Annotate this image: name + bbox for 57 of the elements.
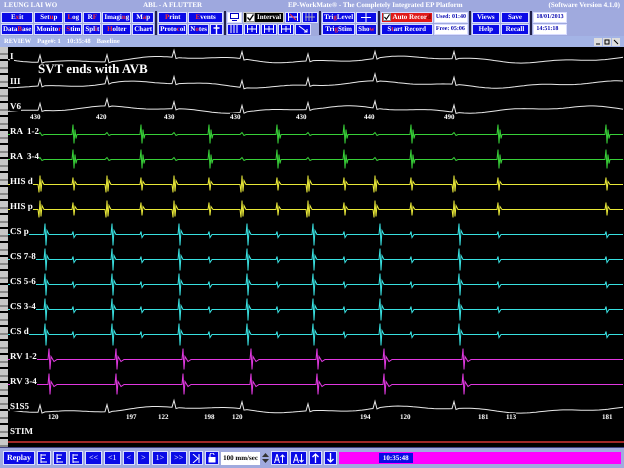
- tool-button[interactable]: [295, 24, 312, 34]
- checkbox[interactable]: [382, 12, 391, 21]
- replay-button[interactable]: Replay: [3, 451, 35, 465]
- navigation-button[interactable]: >: [137, 451, 150, 465]
- channel-label: HIS p: [10, 201, 33, 211]
- skip-end-icon: [192, 454, 200, 462]
- bracket-arrow-icon: [288, 13, 298, 21]
- channel-label: RV 3-4: [10, 376, 37, 386]
- channel-label: HIS d: [10, 176, 33, 186]
- amplitude-down-icon: [292, 454, 304, 462]
- tool-button[interactable]: [227, 12, 242, 22]
- arrow-up-icon: [312, 453, 319, 463]
- monitor-icon: [230, 13, 240, 21]
- channel-label: CS 5-6: [10, 276, 36, 286]
- channel-label: I: [10, 51, 14, 61]
- channel-label: RA 3-4: [10, 151, 39, 161]
- tool-button[interactable]: [308, 451, 322, 465]
- tool-button[interactable]: [290, 451, 307, 465]
- tool-button[interactable]: [227, 24, 244, 34]
- navigation-button[interactable]: <: [122, 451, 136, 465]
- amplitude-up-icon: [274, 454, 285, 462]
- channel-label: CS p: [10, 226, 29, 236]
- channel-label: STIM: [10, 426, 34, 436]
- navigation-button[interactable]: 1>: [152, 451, 168, 465]
- tool-button[interactable]: [278, 24, 294, 34]
- channel-label: CS 3-4: [10, 301, 36, 311]
- channel-label: RA 1-2: [10, 126, 39, 136]
- tool-button[interactable]: [261, 24, 278, 34]
- tool-button[interactable]: [189, 451, 204, 465]
- tool-button[interactable]: [285, 12, 302, 22]
- cross-icon: [213, 24, 220, 34]
- navigation-button[interactable]: >>: [170, 451, 188, 465]
- lock-button[interactable]: [205, 451, 220, 465]
- tool-button[interactable]: [302, 12, 318, 22]
- tool-button[interactable]: [244, 24, 260, 34]
- grid-icon: [305, 13, 316, 21]
- tool-button[interactable]: [324, 451, 337, 465]
- crosshair-icon: [361, 12, 372, 22]
- tool-button[interactable]: [270, 451, 288, 465]
- channel-label: III: [10, 76, 21, 86]
- navigation-button[interactable]: <1: [104, 451, 121, 465]
- tool-button[interactable]: [356, 12, 377, 22]
- navigation-button[interactable]: <<: [85, 451, 102, 465]
- lock-icon: [208, 453, 216, 463]
- channel-label: CS 7-8: [10, 251, 36, 261]
- checkbox[interactable]: [246, 12, 256, 22]
- arrow-down-icon: [326, 453, 334, 463]
- channel-label: S1S5: [10, 401, 30, 411]
- tool-button[interactable]: [37, 451, 51, 465]
- tool-button[interactable]: [210, 24, 224, 34]
- channel-label: RV 1-2: [10, 351, 37, 361]
- tool-button[interactable]: [69, 451, 83, 465]
- tool-button[interactable]: [53, 451, 67, 465]
- channel-label: V6: [10, 101, 21, 111]
- annotation-text: SVT ends with AVB: [38, 61, 148, 76]
- channel-label: CS d: [10, 326, 29, 336]
- window-controls-icon: [594, 38, 620, 46]
